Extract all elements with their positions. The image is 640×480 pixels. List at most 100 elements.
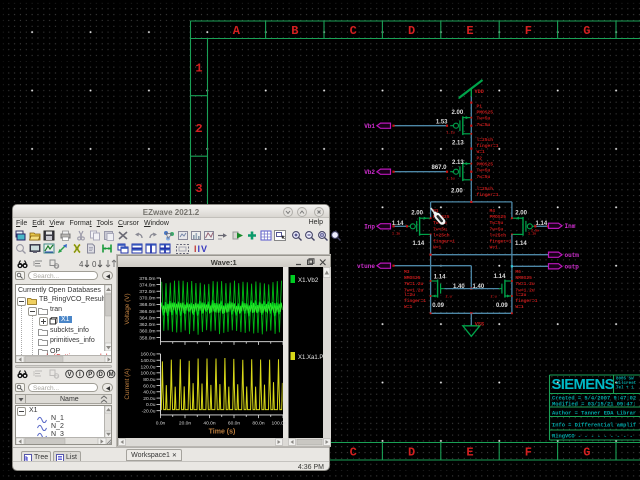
svg-text:D: D <box>408 445 415 459</box>
svg-text:W=1: W=1 <box>404 304 413 310</box>
svg-text:NMOS25: NMOS25 <box>404 275 421 281</box>
svg-text:7w=5u: 7w=5u <box>477 122 491 128</box>
svg-text:2: 2 <box>195 122 202 136</box>
svg-text:finger=1: finger=1 <box>515 298 537 304</box>
svg-text:outm: outm <box>565 252 580 259</box>
svg-text:867.0: 867.0 <box>431 165 447 171</box>
svg-text:P: P <box>88 372 92 378</box>
svg-text:Current (A): Current (A) <box>124 368 131 399</box>
svg-text:P2: P2 <box>477 156 483 162</box>
svg-text:0.0u: 0.0u <box>146 402 156 408</box>
svg-text:358.0m: 358.0m <box>139 335 155 341</box>
svg-text:1.1u: 1.1u <box>392 233 400 237</box>
svg-text:o: o <box>55 264 58 269</box>
svg-text:2.00: 2.00 <box>515 211 527 217</box>
svg-text:40.0n: 40.0n <box>203 421 216 427</box>
svg-text:G: G <box>583 24 590 38</box>
svg-text:1.14: 1.14 <box>392 221 404 227</box>
svg-text:Wilcrest: Wilcrest <box>616 381 637 386</box>
svg-text:P1: P1 <box>477 104 483 110</box>
svg-text:1.14: 1.14 <box>536 221 548 227</box>
svg-text:NMOS25: NMOS25 <box>515 275 532 281</box>
svg-text:7w=5u: 7w=5u <box>490 226 504 232</box>
svg-text:4: 4 <box>79 260 84 269</box>
svg-text:1.14: 1.14 <box>413 241 425 247</box>
svg-text:l=2u: l=2u <box>404 292 415 298</box>
svg-text:Time (s): Time (s) <box>209 429 236 436</box>
svg-text:7W=1.2u: 7W=1.2u <box>404 281 424 287</box>
svg-text:Vb2: Vb2 <box>364 169 375 176</box>
svg-text:2.u: 2.u <box>446 296 452 300</box>
svg-text:2.13: 2.13 <box>452 141 464 147</box>
svg-text:1: 1 <box>195 62 202 76</box>
svg-text:finger=1: finger=1 <box>477 143 499 149</box>
svg-text:finger=1: finger=1 <box>404 298 426 304</box>
svg-text:1.40: 1.40 <box>473 284 485 290</box>
svg-text:Voltage (V): Voltage (V) <box>124 293 131 324</box>
svg-text:M: M <box>109 372 114 378</box>
svg-text:362.0m: 362.0m <box>139 322 155 328</box>
svg-text:2.00: 2.00 <box>452 110 464 116</box>
svg-text:60.0n: 60.0n <box>228 421 241 427</box>
svg-text:20.0n: 20.0n <box>179 421 192 427</box>
svg-text:Inp: Inp <box>364 224 375 231</box>
svg-text:Info = Differential amplif: Info = Differential amplif <box>552 423 636 429</box>
svg-text:F: F <box>525 24 532 38</box>
svg-text:l=25ch: l=25ch <box>477 186 494 192</box>
svg-text:G: G <box>583 445 590 459</box>
svg-text:1.53: 1.53 <box>436 120 448 126</box>
svg-text:PMOS25: PMOS25 <box>477 162 494 168</box>
svg-text:E: E <box>466 445 473 459</box>
svg-text:160.0u: 160.0u <box>141 352 156 358</box>
svg-text:C: C <box>350 445 357 459</box>
svg-text:o: o <box>55 374 58 379</box>
svg-text:I: I <box>194 244 197 254</box>
svg-text:2.13: 2.13 <box>452 160 464 166</box>
svg-text:M3: M3 <box>404 269 410 275</box>
svg-text:40.0u: 40.0u <box>143 390 156 396</box>
svg-text:F: F <box>525 445 532 459</box>
svg-text:finger=1: finger=1 <box>490 239 512 245</box>
svg-text:100.0n: 100.0n <box>272 421 287 427</box>
svg-text:E: E <box>466 24 473 38</box>
svg-text:2.00: 2.00 <box>451 189 463 195</box>
svg-text:3: 3 <box>195 182 202 196</box>
svg-text:100.0u: 100.0u <box>141 371 156 377</box>
svg-text:2.u: 2.u <box>491 296 497 300</box>
svg-text:2.00: 2.00 <box>411 211 423 217</box>
svg-text:finger=1: finger=1 <box>477 192 499 198</box>
svg-text:PMOS25: PMOS25 <box>490 214 507 220</box>
svg-text:7w=5u: 7w=5u <box>477 174 491 180</box>
svg-text:8005 SW: 8005 SW <box>616 378 634 382</box>
svg-text:M4: M4 <box>490 208 496 214</box>
svg-text:1.40: 1.40 <box>453 284 465 290</box>
svg-text:7w=5u: 7w=5u <box>433 226 447 232</box>
svg-text:140.0u: 140.0u <box>141 358 156 364</box>
svg-text:0.0n: 0.0n <box>156 421 166 427</box>
svg-text:1.1u: 1.1u <box>447 132 455 136</box>
svg-text:1.14: 1.14 <box>494 274 506 280</box>
svg-text:RingVCO - - - - - - - - -: RingVCO - - - - - - - - - <box>552 434 633 440</box>
svg-text:W=1: W=1 <box>490 245 499 251</box>
svg-text:80.0n: 80.0n <box>252 421 265 427</box>
svg-text:Author = Tanner EDA Librar: Author = Tanner EDA Librar <box>552 411 636 417</box>
svg-text:l=25ch: l=25ch <box>477 137 494 143</box>
svg-text:Inm: Inm <box>565 223 576 230</box>
svg-text:374.0m: 374.0m <box>139 282 155 288</box>
svg-text:A: A <box>233 24 241 38</box>
svg-text:Tw=5u: Tw=5u <box>490 220 504 226</box>
svg-text:V: V <box>67 372 71 378</box>
svg-text:0.09: 0.09 <box>432 303 444 309</box>
svg-text:C: C <box>350 24 357 38</box>
svg-text:1.14: 1.14 <box>515 241 527 247</box>
svg-text:outp: outp <box>565 264 580 271</box>
svg-text:370.0m: 370.0m <box>139 296 155 302</box>
svg-text:0: 0 <box>92 260 97 269</box>
svg-text:2.5w: 2.5w <box>531 230 540 234</box>
svg-text:Tw=5u: Tw=5u <box>477 116 491 122</box>
svg-text:20.0u: 20.0u <box>143 396 156 402</box>
svg-text:-20.0u: -20.0u <box>142 409 156 415</box>
svg-text:60.0u: 60.0u <box>143 383 156 389</box>
svg-text:vtune: vtune <box>357 263 375 270</box>
svg-text:W=1: W=1 <box>477 149 486 155</box>
